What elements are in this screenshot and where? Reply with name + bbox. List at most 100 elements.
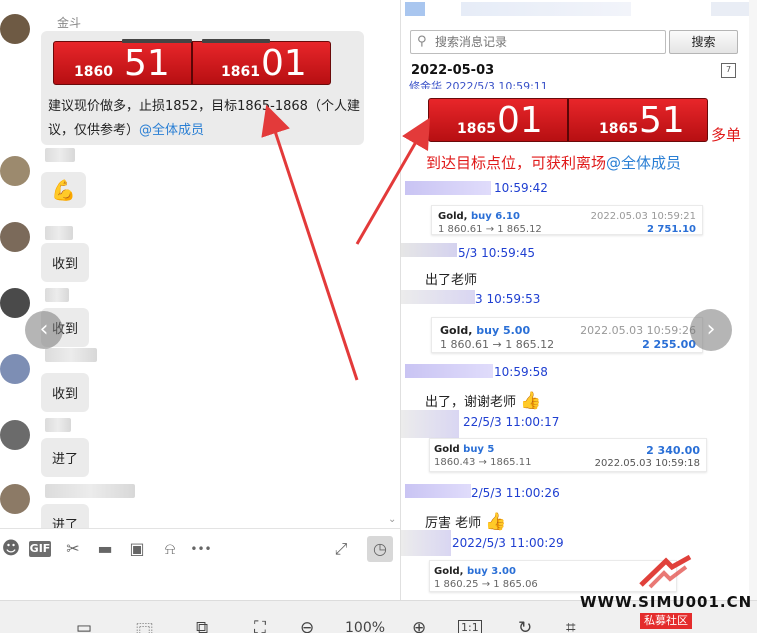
blurred-name bbox=[401, 410, 459, 438]
next-image-button[interactable]: › bbox=[690, 309, 732, 351]
avatar[interactable] bbox=[0, 420, 30, 450]
message-bubble[interactable]: 收到 bbox=[41, 243, 90, 282]
trade-profit: 2 340.00 bbox=[646, 444, 700, 457]
thumbs-up-emoji: 👍 bbox=[520, 391, 542, 411]
logo-icon bbox=[639, 554, 692, 589]
trade-side: buy 5 bbox=[463, 444, 495, 455]
entry-time: 10:59:58 bbox=[494, 365, 548, 379]
crop-icon[interactable]: ⌗ bbox=[566, 618, 576, 633]
calendar-icon[interactable]: 7 bbox=[721, 63, 736, 78]
blurred-name bbox=[405, 484, 471, 498]
avatar[interactable] bbox=[0, 484, 30, 514]
trade-card[interactable]: Gold buy 5 1860.43 → 1865.11 2 340.00 20… bbox=[429, 438, 707, 472]
avatar[interactable] bbox=[0, 222, 30, 252]
price-big: 01 bbox=[261, 43, 307, 84]
more-icon[interactable]: ••• bbox=[190, 538, 212, 560]
expand-icon[interactable]: ⤢ bbox=[330, 538, 352, 560]
strong-arm-emoji: 💪 bbox=[51, 178, 76, 202]
collapse-chevron-icon[interactable]: ⌄ bbox=[388, 514, 396, 525]
sender-name: 金斗 bbox=[57, 16, 82, 30]
trade-profit: 2 751.10 bbox=[646, 224, 696, 235]
blurred-name bbox=[405, 181, 491, 195]
blurred-name bbox=[45, 484, 135, 498]
price-big: 01 bbox=[497, 100, 543, 141]
symbol: Gold, bbox=[440, 324, 473, 337]
long-order-label: 多单 bbox=[711, 126, 742, 144]
window-icon[interactable]: ▭ bbox=[76, 618, 92, 633]
target-reached-text: 到达目标点位，可获利离场@全体成员 bbox=[426, 152, 681, 173]
bell-icon[interactable]: ⍾ bbox=[159, 538, 181, 560]
chat-message-list[interactable]: 金斗 1860 51 1861 01 建议现价做多，止损1852，目标1865-… bbox=[0, 0, 400, 528]
trade-symbol: Gold, buy 3.00 bbox=[434, 566, 516, 577]
price-cell-right: 1865 51 bbox=[569, 99, 707, 141]
symbol: Gold, bbox=[438, 211, 468, 222]
message-bubble[interactable]: 收到 bbox=[41, 373, 90, 412]
zoom-in-icon[interactable]: ⊕ bbox=[412, 618, 426, 633]
search-icon: ⚲ bbox=[417, 34, 427, 49]
avatar[interactable] bbox=[0, 14, 30, 44]
trade-route: 1860.43 → 1865.11 bbox=[434, 457, 532, 468]
history-message: 出了老师 bbox=[425, 273, 478, 288]
clock-icon[interactable]: ◷ bbox=[367, 536, 393, 562]
message-bubble[interactable]: 进了 bbox=[41, 438, 90, 477]
blurred-name bbox=[401, 530, 451, 556]
message-bubble[interactable]: 进了 bbox=[41, 504, 90, 528]
emoji-icon[interactable]: ☻ bbox=[0, 538, 22, 560]
search-box[interactable]: ⚲ bbox=[410, 30, 666, 54]
price-cell-right: 1861 01 bbox=[193, 42, 330, 84]
extract-text-icon[interactable]: ⿴ bbox=[136, 618, 153, 633]
search-button[interactable]: 搜索 bbox=[669, 30, 738, 54]
mention-all-link[interactable]: @全体成员 bbox=[139, 123, 204, 138]
signal-price-panel: 1860 51 1861 01 bbox=[53, 39, 331, 85]
zoom-out-icon[interactable]: ⊖ bbox=[300, 618, 314, 633]
prev-image-button[interactable]: ‹ bbox=[25, 311, 63, 349]
blurred-name bbox=[45, 348, 97, 362]
price-cell-left: 1865 01 bbox=[429, 99, 569, 141]
image-icon[interactable]: ▣ bbox=[126, 538, 148, 560]
trade-time: 2022.05.03 10:59:18 bbox=[594, 458, 700, 469]
signal-message-bubble[interactable]: 1860 51 1861 01 建议现价做多，止损1852，目标1865-186… bbox=[41, 31, 364, 145]
fit-screen-icon[interactable]: ⛶ bbox=[254, 618, 266, 633]
price-small: 1865 bbox=[457, 121, 496, 137]
entry-time: 10:59:42 bbox=[494, 181, 548, 195]
trade-card[interactable]: Gold, buy 5.00 1 860.61 → 1 865.12 2022.… bbox=[431, 317, 703, 353]
blurred-name bbox=[45, 418, 71, 432]
avatar[interactable] bbox=[0, 354, 30, 384]
gif-icon[interactable]: GIF bbox=[29, 541, 51, 557]
trade-route: 1 860.61 → 1 865.12 bbox=[438, 224, 542, 235]
avatar[interactable] bbox=[0, 288, 30, 318]
folder-icon[interactable]: ▬ bbox=[94, 538, 116, 560]
entry-time: 22/5/3 11:00:17 bbox=[463, 415, 560, 429]
watermark: WWW.SIMU001.CN 私募社区 bbox=[580, 553, 757, 633]
blurred-name bbox=[45, 288, 69, 302]
trade-time: 2022.05.03 10:59:21 bbox=[590, 211, 696, 222]
trade-profit: 2 255.00 bbox=[642, 338, 696, 351]
scissors-icon[interactable]: ✂ bbox=[62, 538, 84, 560]
zoom-level: 100% bbox=[345, 620, 386, 633]
history-message: 厉害 老师 👍 bbox=[425, 512, 506, 532]
watermark-sub: 私募社区 bbox=[640, 613, 692, 629]
blurred-strip bbox=[461, 2, 631, 16]
history-scrollbar[interactable] bbox=[749, 0, 757, 600]
history-message: 出了，谢谢老师 👍 bbox=[425, 391, 541, 411]
message-text: 收到 bbox=[52, 257, 79, 272]
rotate-icon[interactable]: ↻ bbox=[518, 618, 532, 633]
message-bubble[interactable]: 💪 bbox=[41, 172, 86, 208]
blurred-strip bbox=[405, 2, 425, 16]
watermark-text: WWW.SIMU001.CN bbox=[580, 593, 753, 611]
avatar[interactable] bbox=[0, 156, 30, 186]
blurred-name bbox=[45, 148, 75, 162]
price-big: 51 bbox=[639, 100, 685, 141]
actual-size-icon[interactable]: 1:1 bbox=[458, 620, 482, 633]
translate-icon[interactable]: ⧉ bbox=[196, 618, 208, 633]
search-input[interactable] bbox=[435, 33, 661, 51]
mention-all-link[interactable]: @全体成员 bbox=[606, 154, 681, 172]
advice-text: 建议现价做多，止损1852，目标1865-1868（个人建议，仅供参考）@全体成… bbox=[48, 95, 360, 143]
symbol: Gold, bbox=[434, 566, 464, 577]
chat-toolbar: ☻ GIF ✂ ▬ ▣ ⍾ ••• ⤢ ◷ bbox=[0, 528, 400, 568]
trade-card[interactable]: Gold, buy 6.10 1 860.61 → 1 865.12 2022.… bbox=[431, 205, 703, 235]
blurred-name bbox=[401, 243, 457, 257]
thumbs-up-emoji: 👍 bbox=[485, 512, 507, 532]
blurred-name bbox=[401, 290, 475, 304]
trade-side: buy 5.00 bbox=[476, 324, 531, 337]
